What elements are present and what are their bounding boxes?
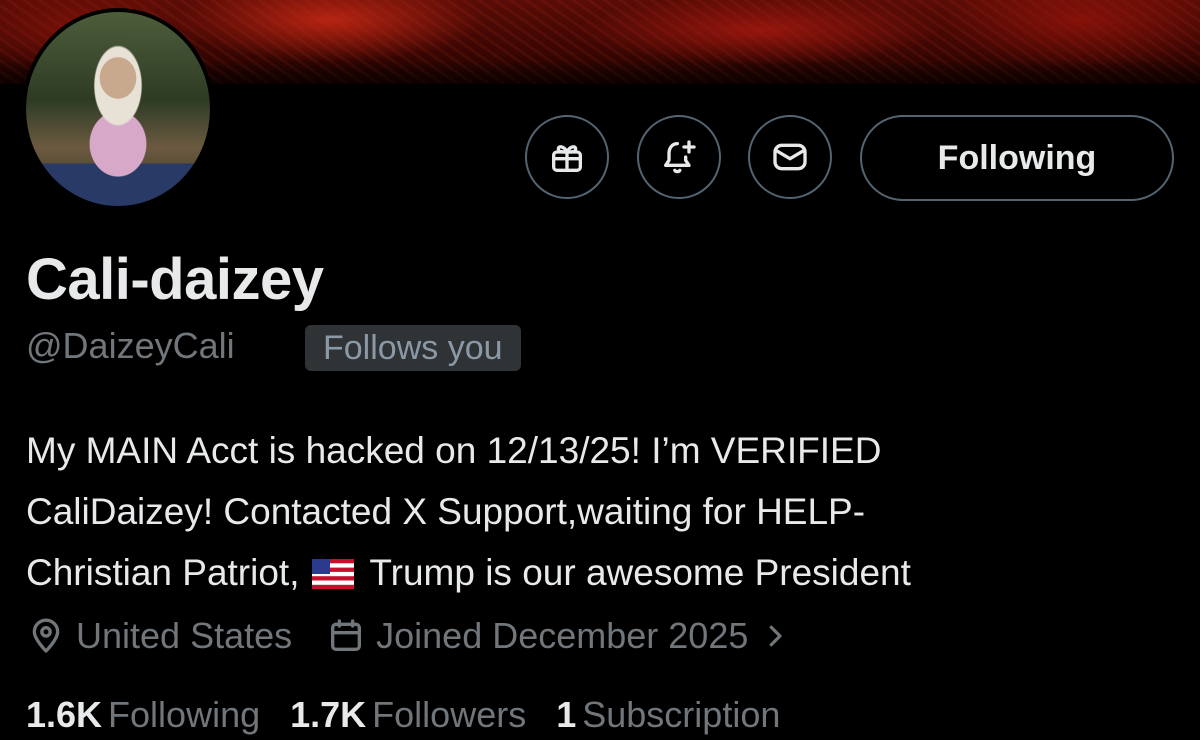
us-flag-icon xyxy=(311,559,354,589)
followers-stat[interactable]: 1.7K Followers xyxy=(290,694,526,736)
bio: My MAIN Acct is hacked on 12/13/25! I’m … xyxy=(26,420,1176,603)
following-count: 1.6K xyxy=(26,694,103,735)
chevron-right-icon xyxy=(770,625,782,647)
bio-text: Trump is our awesome President xyxy=(369,552,911,593)
bio-line: CaliDaizey! Contacted X Support,waiting … xyxy=(26,491,866,532)
joined-text: Joined December 2025 xyxy=(376,615,749,656)
following-stat-label: Following xyxy=(108,694,261,735)
profile-meta: United States Joined December 2025 xyxy=(26,612,834,660)
location-pin-icon xyxy=(32,618,60,653)
gift-button[interactable] xyxy=(525,115,609,199)
handle[interactable]: @DaizeyCali xyxy=(26,325,235,367)
bio-line: My MAIN Acct is hacked on 12/13/25! I’m … xyxy=(26,430,882,471)
bio-line: Christian Patriot, Trump is our awesome … xyxy=(26,542,1176,603)
joined-date[interactable]: Joined December 2025 xyxy=(326,615,800,657)
followers-stat-label: Followers xyxy=(372,694,527,735)
bio-text: Christian Patriot, xyxy=(26,552,300,593)
notifications-button[interactable] xyxy=(637,115,721,199)
calendar-icon xyxy=(331,619,362,651)
subscriptions-stat-label: Subscription xyxy=(582,694,781,735)
following-button[interactable]: Following xyxy=(860,115,1174,201)
subscriptions-count: 1 xyxy=(556,694,577,735)
gift-icon xyxy=(552,145,582,172)
followers-count: 1.7K xyxy=(290,694,367,735)
following-stat[interactable]: 1.6K Following xyxy=(26,694,260,736)
location: United States xyxy=(26,615,292,657)
location-text: United States xyxy=(76,615,293,656)
message-envelope-icon xyxy=(773,143,807,171)
message-button[interactable] xyxy=(748,115,832,199)
follows-you-badge: Follows you xyxy=(305,325,521,371)
avatar[interactable] xyxy=(22,8,214,210)
subscriptions-stat[interactable]: 1 Subscription xyxy=(556,694,780,736)
avatar-photo xyxy=(26,12,210,206)
profile-stats: 1.6K Following 1.7K Followers 1 Subscriptio… xyxy=(26,694,810,736)
display-name: Cali-daizey xyxy=(26,247,324,312)
notification-bell-plus-icon xyxy=(664,140,696,174)
follows-you-label: Follows you xyxy=(323,328,503,367)
